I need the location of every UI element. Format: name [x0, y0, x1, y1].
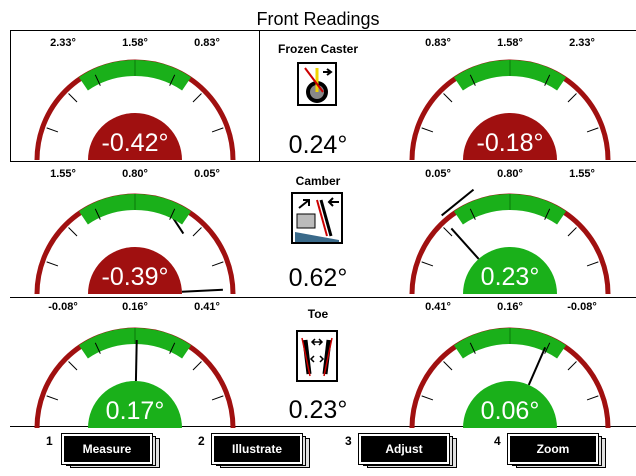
scale-tick	[46, 261, 59, 267]
gauge-camber-right[interactable]: 0.05° 0.80° 1.55° 0.23°	[409, 168, 611, 295]
scale-tick	[586, 261, 599, 267]
camber-icon	[291, 192, 343, 244]
gauge-toe-right[interactable]: 0.41° 0.16° -0.08° 0.06°	[409, 301, 611, 429]
tick-label: 1.55°	[50, 168, 76, 180]
adjust-button-label: Adjust	[358, 433, 450, 465]
tick-label: 0.05°	[425, 168, 451, 180]
scale-tick	[192, 361, 202, 371]
caster-value: 0.24°	[288, 131, 348, 159]
scale-tick	[443, 227, 453, 237]
tick-label: 2.33°	[50, 37, 76, 49]
scale-tick	[46, 395, 59, 401]
tick-label: 0.83°	[194, 37, 220, 49]
camber-label: Camber	[295, 174, 341, 188]
tick-label: 0.80°	[122, 168, 148, 180]
tick-label: 0.41°	[194, 301, 220, 313]
scale-tick	[421, 127, 434, 133]
fkey-3: 3	[345, 434, 352, 448]
scale-tick	[211, 395, 224, 401]
reading-value: 0.06°	[481, 397, 540, 425]
tick-label: 1.58°	[122, 37, 148, 49]
measure-button-label: Measure	[61, 433, 153, 465]
tick-label: 1.58°	[497, 37, 523, 49]
toe-icon	[296, 330, 338, 382]
needle	[450, 227, 480, 260]
scale-tick	[421, 261, 434, 267]
scale-tick	[68, 227, 78, 237]
needle	[527, 346, 547, 386]
tick-label: -0.08°	[567, 301, 596, 313]
scale-tick	[567, 227, 577, 237]
tick-label: 0.16°	[122, 301, 148, 313]
scale-tick	[192, 93, 202, 103]
scale-tick	[68, 93, 78, 103]
camber-value: 0.62°	[288, 264, 348, 292]
gauge-caster-right[interactable]: 0.83° 1.58° 2.33° -0.18°	[409, 37, 611, 217]
scale-tick	[443, 361, 453, 371]
needle	[181, 288, 223, 293]
tick-label: 0.83°	[425, 37, 451, 49]
scale-tick	[443, 93, 453, 103]
scale-tick	[586, 127, 599, 133]
tick-label: 0.41°	[425, 301, 451, 313]
reading-value: -0.39°	[102, 263, 169, 291]
reading-value: 0.23°	[481, 263, 540, 291]
scale-tick	[211, 127, 224, 133]
gauge-camber-left[interactable]: 1.55° 0.80° 0.05° -0.39°	[34, 168, 236, 295]
scale-tick	[192, 227, 202, 237]
gauge-toe-left[interactable]: -0.08° 0.16° 0.41° 0.17°	[34, 301, 236, 429]
reading-value: 0.17°	[106, 397, 165, 425]
needle	[134, 339, 138, 382]
scale-tick	[211, 261, 224, 267]
caster-label: Frozen Caster	[277, 42, 359, 56]
scale-tick	[421, 395, 434, 401]
fkey-1: 1	[46, 434, 53, 448]
scale-tick	[68, 361, 78, 371]
toe-value: 0.23°	[288, 396, 348, 424]
illustrate-button-label: Illustrate	[211, 433, 303, 465]
scale-tick	[46, 127, 59, 133]
zoom-button-label: Zoom	[507, 433, 599, 465]
reading-value: -0.18°	[477, 129, 544, 157]
scale-tick	[567, 93, 577, 103]
fkey-2: 2	[198, 434, 205, 448]
tick-label: -0.08°	[48, 301, 77, 313]
reading-value: -0.42°	[102, 129, 169, 157]
tick-label: 0.80°	[497, 168, 523, 180]
toe-label: Toe	[307, 307, 329, 321]
fkey-4: 4	[494, 434, 501, 448]
tick-label: 0.05°	[194, 168, 220, 180]
tick-label: 2.33°	[569, 37, 595, 49]
scale-tick	[586, 395, 599, 401]
tick-label: 0.16°	[497, 301, 523, 313]
caster-icon	[297, 62, 337, 106]
scale-tick	[567, 361, 577, 371]
tick-label: 1.55°	[569, 168, 595, 180]
